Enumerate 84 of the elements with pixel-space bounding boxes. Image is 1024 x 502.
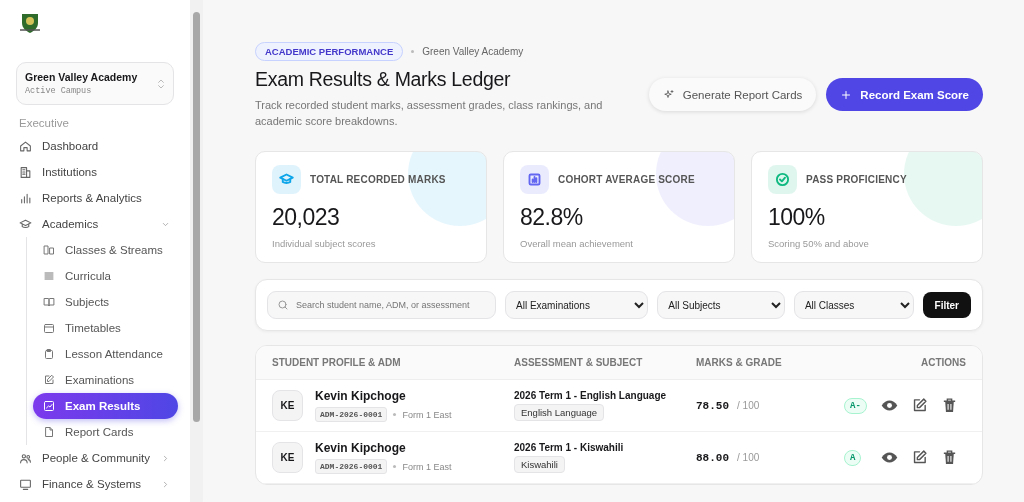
assessment-name: 2026 Term 1 - Kiswahili [514,442,625,453]
trash-icon[interactable] [941,449,958,466]
filter-dropdown[interactable]: All Classes [793,291,914,319]
stat-value: 100% [768,204,826,231]
nav-item[interactable]: People & Community [16,445,174,471]
nav-subitem[interactable]: Examinations [33,367,178,393]
record-button[interactable]: Record Exam Score [826,78,983,111]
chart-frame-icon [43,400,55,412]
initials-avatar: KE [272,442,303,473]
trash-icon[interactable] [941,397,958,414]
section-badge: ACADEMIC PERFORMANCE [255,42,404,61]
subject-tag: Kiswahili [514,456,565,473]
page-subtitle: Track recorded student marks, assessment grades, class rankings, and academic score breakdowns. [255,98,604,129]
nav-subitem[interactable]: Subjects [33,289,178,315]
column-header: MARKS & GRADE [696,357,783,368]
student-name: Kevin Kipchoge [315,441,407,455]
people-icon [19,451,32,465]
initials-avatar: KE [272,390,303,421]
up-down-chevron-icon [157,77,165,90]
nav-item[interactable]: Reports & Analytics [16,185,174,211]
admission-number: ADM-2026-0001 [315,459,388,474]
building-icon [19,165,32,179]
stat-caption: Scoring 50% and above [768,238,870,249]
grade-badge: A- [844,397,867,414]
nav-item[interactable]: Dashboard [16,133,174,159]
marks-total: / 100 [737,452,760,463]
section-label: Executive [19,117,70,129]
nav-subitem[interactable]: Exam Results [33,393,178,419]
filter-dropdown[interactable]: All Examinations [505,291,649,319]
edit-icon [911,449,928,466]
generate-button[interactable]: Generate Report Cards [648,78,817,111]
monitor-icon [19,477,32,491]
stat-value: 20,023 [272,204,341,231]
graduation-cap-icon [19,217,32,231]
stat-label: COHORT AVERAGE SCORE [558,174,695,185]
campus-switcher[interactable]: Green Valley Academy Active Campus [16,62,174,105]
scrollbar-thumb[interactable] [193,12,200,422]
document-icon [43,426,55,438]
admission-number: ADM-2026-0001 [315,407,388,422]
chevron-right-icon [161,479,170,489]
nav-subitem[interactable]: Report Cards [33,419,178,445]
marks-total: / 100 [737,400,760,411]
column-header: STUDENT PROFILE & ADM [272,357,402,368]
subject-tag: English Language [514,404,605,421]
nav-subitem[interactable]: Lesson Attendance [33,341,178,367]
stat-label: TOTAL RECORDED MARKS [310,174,446,185]
edit-icon [911,397,928,414]
pencil-square-icon [43,374,55,386]
clipboard-icon [43,348,55,360]
scrollbar[interactable] [190,0,203,502]
grade-badge: A [844,449,862,466]
class-name: Form 1 East [402,461,452,472]
plus-icon [840,88,853,101]
filter-dropdown[interactable]: All Subjects [657,291,785,319]
house-icon [19,139,32,153]
breadcrumb: Green Valley Academy [422,46,524,57]
columns-icon [43,244,55,256]
nav-subitem[interactable]: Curricula [33,263,178,289]
nav-item[interactable]: Finance & Systems [16,471,174,497]
bar-chart-icon [19,191,32,205]
search-field[interactable]: Search student name, ADM, or assessment [267,291,496,319]
stat-label: PASS PROFICIENCY [806,174,907,185]
sparkle-icon [662,88,675,101]
student-name: Kevin Kipchoge [315,389,407,403]
page-title: Exam Results & Marks Ledger [255,68,512,91]
marks-value: 78.50 [696,399,729,412]
stat-caption: Overall mean achievement [520,238,634,249]
column-header: ASSESSMENT & SUBJECT [514,357,644,368]
stat-caption: Individual subject scores [272,238,377,249]
stat-value: 82.8% [520,204,584,231]
chevron-right-icon [161,453,170,463]
nav-item[interactable]: Institutions [16,159,174,185]
nav-subitem[interactable]: Timetables [33,315,178,341]
campus-name: Green Valley Academy [25,71,138,83]
marks-value: 88.00 [696,451,729,464]
book-icon [43,296,55,308]
assessment-name: 2026 Term 1 - English Language [514,390,668,401]
nav-item[interactable]: Academics [16,211,174,237]
filter-button[interactable]: Filter [922,292,971,318]
campus-status: Active Campus [25,86,93,96]
nav-subitem[interactable]: Classes & Streams [33,237,178,263]
column-header: ACTIONS [920,357,966,368]
calendar-icon [43,322,55,334]
class-name: Form 1 East [402,409,452,420]
